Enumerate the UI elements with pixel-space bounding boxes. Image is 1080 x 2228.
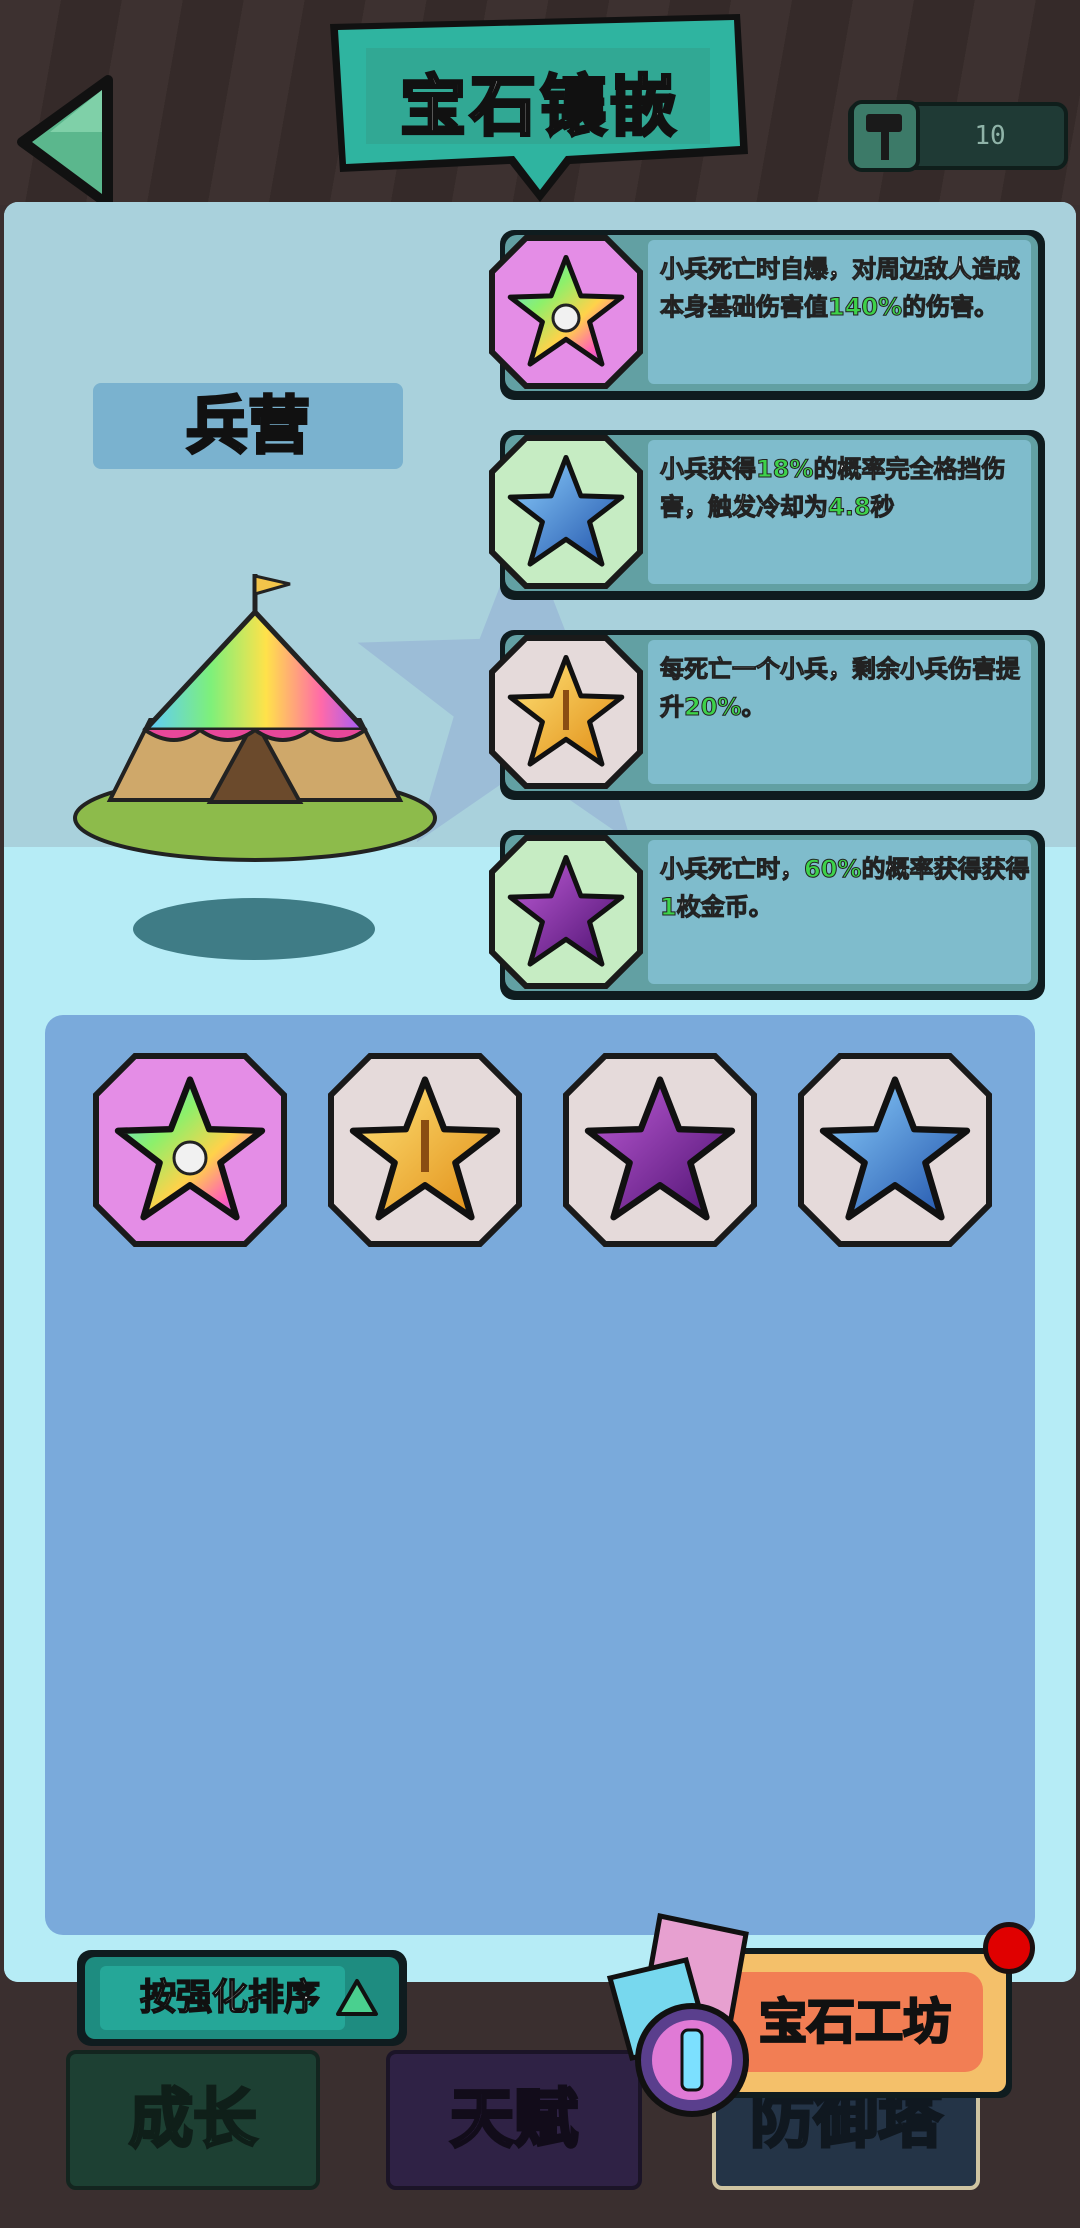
building-name: 兵营 [184,388,311,464]
tab-growth-label: 成长 [128,2082,259,2159]
effect-text: 小兵获得18%的概率完全格挡伤害，触发冷却为4.8秒 [659,455,1006,522]
effect-card[interactable]: 小兵死亡时，60%的概率获得获得1枚金币。 [489,830,1045,1000]
barracks-tent-icon [73,574,437,862]
hammer-icon-frame [850,100,920,172]
effect-text: 小兵死亡时自爆，对周边敌人造成本身基础伤害值140%的伤害。 [660,255,1021,322]
back-arrow-icon[interactable] [10,72,120,212]
building-shadow [133,898,375,960]
sort-button-label: 按强化排序 [139,1976,321,2019]
page-title: 宝石镶嵌 [399,67,680,147]
sort-arrow-up-icon [336,1979,378,2016]
inventory-purple-recycle-star-icon[interactable] [560,1050,760,1250]
gold-sword-star-icon [489,635,643,789]
effect-card[interactable]: 小兵获得18%的概率完全格挡伤害，触发冷却为4.8秒 [489,430,1045,600]
inventory-blue-crystal-star-icon[interactable] [795,1050,995,1250]
effect-card[interactable]: 小兵死亡时自爆，对周边敌人造成本身基础伤害值140%的伤害。 [489,230,1045,400]
gem-workshop-icon[interactable] [590,1912,770,2122]
blue-crystal-star-icon [489,435,643,589]
effect-text: 每死亡一个小兵，剩余小兵伤害提升20%。 [660,655,1021,722]
inventory-gold-sword-star-icon[interactable] [325,1050,525,1250]
hammer-count: 10 [974,121,1006,151]
effect-text: 小兵死亡时，60%的概率获得获得1枚金币。 [660,855,1030,922]
inventory-rainbow-skull-star-icon[interactable] [90,1050,290,1250]
notification-dot [983,1922,1035,1974]
hammer-icon [866,114,902,160]
effect-card[interactable]: 每死亡一个小兵，剩余小兵伤害提升20%。 [489,630,1045,800]
rainbow-skull-star-icon [489,235,643,389]
purple-recycle-star-icon [489,835,643,989]
